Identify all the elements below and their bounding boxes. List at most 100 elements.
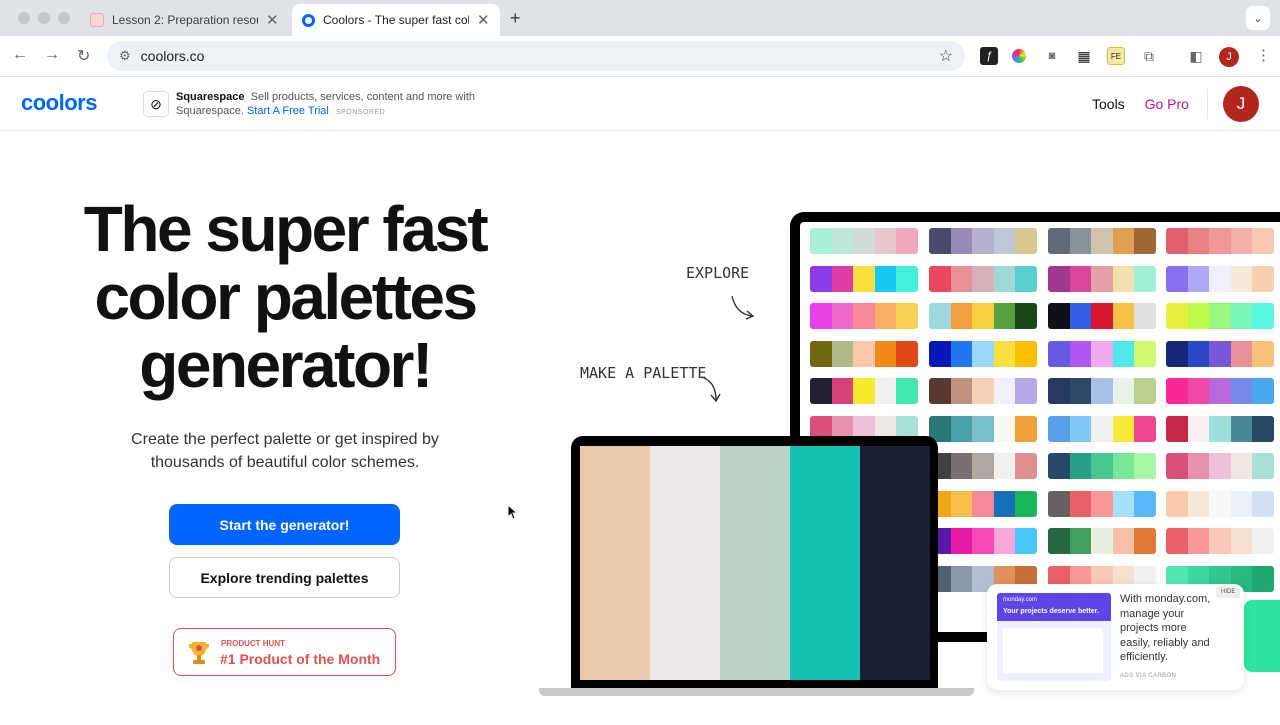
palette-swatch — [993, 340, 1016, 367]
palette-swatch — [1091, 415, 1113, 442]
browser-toolbar: ← → ↻ ⚙ coolors.co ☆ ƒ ◙ ▦ FE ⧉ ◧ J ⋮ — [0, 36, 1280, 77]
start-generator-button[interactable]: Start the generator! — [169, 504, 400, 545]
palette-swatch — [874, 378, 897, 404]
site-settings-icon[interactable]: ⚙ — [119, 48, 131, 64]
palette-swatch — [950, 415, 973, 442]
camera-extension-icon[interactable]: ◙ — [1043, 47, 1061, 65]
palette-swatch — [1091, 453, 1113, 479]
palette-swatch — [1187, 303, 1210, 329]
color-picker-extension-icon[interactable] — [1012, 49, 1026, 63]
palette-swatch — [1091, 490, 1113, 517]
palette-strip — [810, 378, 918, 404]
address-bar[interactable]: ⚙ coolors.co ☆ — [107, 41, 965, 71]
palette-swatch — [1134, 453, 1156, 479]
fontface-extension-icon[interactable]: ƒ — [980, 47, 998, 65]
browser-profile-avatar[interactable]: J — [1219, 47, 1239, 67]
chevron-down-icon[interactable]: ⌄ — [1246, 6, 1270, 30]
window-controls[interactable] — [18, 12, 70, 24]
palette-strip — [929, 340, 1037, 367]
carbon-ad[interactable]: monday.com Your projects deserve better.… — [987, 584, 1244, 690]
palette-swatch — [1230, 453, 1253, 479]
ads-via-carbon[interactable]: ADS VIA CARBON — [1120, 673, 1176, 679]
palette-swatch — [1187, 528, 1210, 554]
ad-text[interactable]: With monday.com, manage your projects mo… — [1120, 592, 1220, 664]
hero-line: The super fast — [83, 193, 489, 265]
palette-swatch — [1069, 528, 1092, 554]
palette-swatch — [1134, 228, 1156, 254]
palette-strip — [810, 228, 918, 254]
palette-strip — [810, 303, 918, 329]
squarespace-icon[interactable]: ⊘ — [143, 91, 169, 117]
palette-swatch — [1230, 378, 1253, 404]
side-panel-icon[interactable]: ◧ — [1187, 47, 1205, 65]
ad-brand: Squarespace — [176, 91, 245, 103]
palette-swatch — [1252, 303, 1274, 329]
palette-swatch — [1230, 415, 1253, 442]
menu-kebab-icon[interactable]: ⋮ — [1256, 46, 1271, 64]
go-pro-link[interactable]: Go Pro — [1145, 96, 1189, 112]
palette-swatch — [950, 228, 973, 254]
palette-swatch — [896, 265, 918, 292]
palette-swatch — [993, 490, 1016, 517]
palette-swatch — [1252, 228, 1274, 254]
palette-strip — [1048, 378, 1156, 404]
product-hunt-badge[interactable]: PRODUCT HUNT #1 Product of the Month — [173, 628, 396, 676]
tab-coolors[interactable]: Coolors - The super fast colo ✕ — [292, 4, 500, 36]
tools-link[interactable]: Tools — [1092, 96, 1125, 112]
palette-swatch — [831, 378, 854, 404]
palette-strip — [929, 490, 1037, 517]
palette-swatch — [1166, 340, 1188, 367]
forward-icon[interactable]: → — [44, 46, 60, 64]
palette-swatch — [1048, 528, 1070, 554]
bookmark-star-icon[interactable]: ☆ — [939, 46, 953, 66]
new-tab-icon[interactable]: + — [510, 8, 521, 29]
palette-swatch — [580, 446, 650, 680]
palette-swatch — [950, 453, 973, 479]
palette-swatch — [1015, 340, 1037, 367]
tab-lesson[interactable]: Lesson 2: Preparation resourc ✕ — [80, 4, 292, 36]
palette-swatch — [1209, 490, 1231, 517]
palette-swatch — [810, 303, 832, 329]
palette-swatch — [1112, 265, 1135, 292]
palette-swatch — [1209, 228, 1231, 254]
palette-swatch — [1230, 528, 1253, 554]
header-nav: Tools Go Pro — [1092, 96, 1189, 112]
close-tab-icon[interactable]: ✕ — [477, 11, 490, 29]
palette-swatch — [1166, 228, 1188, 254]
palette-strip — [1166, 490, 1274, 517]
palette-strip — [1048, 528, 1156, 554]
user-avatar[interactable]: J — [1223, 86, 1259, 122]
hero-title: The super fast color palettes generator! — [60, 195, 510, 399]
palette-swatch — [1166, 303, 1188, 329]
fe-extension-icon[interactable]: FE — [1107, 47, 1125, 65]
palette-strip — [1166, 265, 1274, 292]
palette-strip — [1048, 340, 1156, 367]
palette-swatch — [874, 265, 897, 292]
palette-swatch — [1069, 265, 1092, 292]
palette-swatch — [1069, 340, 1092, 367]
palette-swatch — [1069, 378, 1092, 404]
explore-palettes-button[interactable]: Explore trending palettes — [169, 557, 400, 598]
palette-swatch — [1015, 378, 1037, 404]
back-icon[interactable]: ← — [12, 46, 28, 64]
ad-link[interactable]: Start A Free Trial — [247, 105, 329, 117]
palette-swatch — [853, 303, 875, 329]
reload-icon[interactable]: ↻ — [77, 46, 90, 66]
palette-swatch — [929, 228, 951, 254]
grid-extension-icon[interactable]: ▦ — [1075, 47, 1093, 65]
close-tab-icon[interactable]: ✕ — [266, 11, 279, 29]
sponsored-ad[interactable]: Squarespace Sell products, services, con… — [176, 90, 476, 120]
puzzle-extensions-icon[interactable]: ⧉ — [1140, 47, 1158, 65]
hide-ad-button[interactable]: HIDE — [1216, 586, 1241, 598]
palette-swatch — [1209, 265, 1231, 292]
palette-swatch — [1015, 303, 1037, 329]
palette-swatch — [993, 228, 1016, 254]
palette-swatch — [1134, 528, 1156, 554]
ad-image[interactable]: monday.com Your projects deserve better. — [997, 593, 1111, 681]
palette-swatch — [972, 265, 994, 292]
palette-swatch — [853, 265, 875, 292]
coolors-logo[interactable]: coolors — [21, 90, 97, 116]
arrow-icon — [731, 295, 755, 320]
trophy-icon — [189, 642, 209, 664]
palette-swatch — [896, 228, 918, 254]
